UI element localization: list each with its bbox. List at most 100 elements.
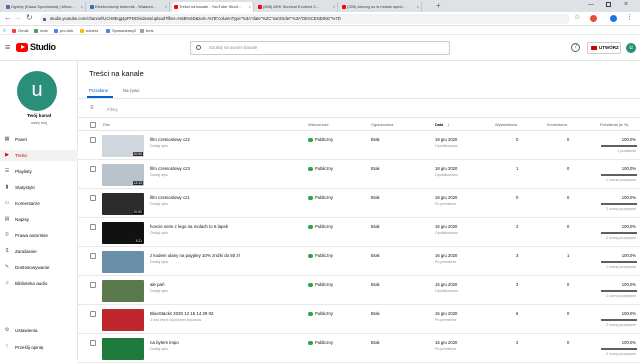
- row-checkbox[interactable]: [90, 137, 96, 143]
- row-checkbox[interactable]: [90, 195, 96, 201]
- sort-down-icon[interactable]: ↓: [447, 122, 449, 127]
- bookmark-item[interactable]: Sprawdzany2: [106, 26, 136, 35]
- channel-avatar[interactable]: u: [17, 71, 57, 111]
- tab-uploads[interactable]: Przesłane: [89, 88, 108, 93]
- row-checkbox[interactable]: [90, 282, 96, 288]
- new-tab-icon[interactable]: +: [436, 0, 441, 12]
- video-title[interactable]: BlueStacks 2020 12 15 14 29 02: [150, 311, 213, 316]
- video-thumbnail[interactable]: [102, 251, 144, 273]
- visibility-status[interactable]: Publiczny: [308, 311, 333, 316]
- minimize-icon[interactable]: —: [588, 0, 594, 10]
- row-checkbox[interactable]: [90, 166, 96, 172]
- bookmark-item[interactable]: pro-link: [54, 26, 73, 35]
- video-title[interactable]: film czenioslowy cz3: [150, 166, 190, 171]
- close-tab-icon[interactable]: ×: [417, 2, 419, 12]
- column-header-date[interactable]: Data: [435, 123, 443, 127]
- search-input[interactable]: Szukaj na swoim kanale: [190, 41, 450, 55]
- row-checkbox[interactable]: [90, 253, 96, 259]
- studio-header: ≡ Studio Szukaj na swoim kanale ? UTWÓRZ…: [0, 35, 640, 61]
- close-tab-icon[interactable]: ×: [81, 2, 83, 12]
- visibility-status[interactable]: Publiczny: [308, 340, 333, 345]
- visibility-status[interactable]: Publiczny: [308, 253, 333, 258]
- browser-tab[interactable]: (896) ARK Survival Evolved C... ×: [256, 2, 338, 12]
- close-tab-icon[interactable]: ×: [333, 2, 335, 12]
- visibility-status[interactable]: Publiczny: [308, 224, 333, 229]
- filter-icon[interactable]: ≡: [90, 105, 94, 111]
- sidebar-item-playlist[interactable]: ☰ Playlisty: [0, 166, 78, 177]
- column-header-comments[interactable]: Komentarze: [547, 123, 567, 127]
- sidebar-item-customization[interactable]: ✎ Dostosowywanie: [0, 262, 78, 273]
- apps-icon[interactable]: ⠿: [3, 26, 6, 35]
- maximize-icon[interactable]: [606, 2, 611, 7]
- video-thumbnail[interactable]: 20:50: [102, 193, 144, 215]
- video-title[interactable]: film czenioslowy cz2: [150, 137, 190, 142]
- sidebar-item-audio-library[interactable]: ♫ Biblioteka audio: [0, 278, 78, 289]
- profile-icon[interactable]: [610, 15, 617, 22]
- table-row[interactable]: BlueStacks 2020 12 15 14 29 02 1 nas imps…: [78, 305, 640, 334]
- select-all-checkbox[interactable]: [90, 122, 96, 128]
- browser-menu-icon[interactable]: ⋮: [626, 13, 633, 21]
- table-row[interactable]: 20:50 film czenioslowy cz1 Dodaj opis Publi…: [78, 189, 640, 218]
- forward-icon[interactable]: →: [14, 13, 22, 22]
- sidebar-item-copyright[interactable]: © Prawa autorskie: [0, 230, 78, 241]
- browser-tab[interactable]: Treści na kanale - YouTube Studi... ×: [172, 2, 254, 12]
- account-avatar[interactable]: u: [626, 43, 636, 53]
- table-row[interactable]: 3:21 hcecie serie z lego na molach to 5 l…: [78, 218, 640, 247]
- bookmark-item[interactable]: Gmail: [12, 26, 28, 35]
- sidebar-item-feedback[interactable]: ! Prześlij opinię: [0, 342, 78, 353]
- row-checkbox[interactable]: [90, 224, 96, 230]
- sidebar-item-dashboard[interactable]: ▦ Panel: [0, 134, 78, 145]
- column-header-visibility[interactable]: Widoczność: [308, 123, 328, 127]
- table-row[interactable]: 13:33 film czenioslowy cz3 Dodaj opis Publi…: [78, 160, 640, 189]
- close-tab-icon[interactable]: ×: [165, 2, 167, 12]
- bookmark-item[interactable]: mob: [34, 26, 48, 35]
- bookmark-star-icon[interactable]: ☆: [574, 13, 580, 21]
- sidebar-item-monetization[interactable]: $ Zarabianie: [0, 246, 78, 257]
- visibility-status[interactable]: Publiczny: [308, 282, 333, 287]
- back-icon[interactable]: ←: [4, 13, 12, 22]
- video-thumbnail[interactable]: [102, 309, 144, 331]
- video-title[interactable]: ale pań: [150, 282, 164, 287]
- table-row[interactable]: 20:50 film czenioslowy cz2 Dodaj opis Publi…: [78, 131, 640, 160]
- hamburger-menu-icon[interactable]: ≡: [5, 42, 10, 52]
- extension-icon[interactable]: [590, 15, 597, 22]
- browser-tab[interactable]: Ogólny (Klasa Spodniowa) | Micro... ×: [4, 2, 86, 12]
- video-thumbnail[interactable]: 3:21: [102, 222, 144, 244]
- table-row[interactable]: ale pań Dodaj opis Publiczny Brak 15 gru 202…: [78, 276, 640, 305]
- column-header-likes[interactable]: Polubienia (w %): [600, 123, 629, 127]
- video-thumbnail[interactable]: 13:33: [102, 164, 144, 186]
- url-field[interactable]: studio.youtube.com/channel/UCH8Eqg4pFFDD…: [40, 14, 570, 24]
- sidebar-item-settings[interactable]: ⚙ Ustawienia: [0, 325, 78, 336]
- column-header-restrictions[interactable]: Ograniczenia: [371, 123, 393, 127]
- visibility-status[interactable]: Publiczny: [308, 137, 333, 142]
- table-row[interactable]: na bytem impo Dodaj opis Publiczny Brak 15 g…: [78, 334, 640, 363]
- create-button[interactable]: UTWÓRZ: [587, 42, 621, 54]
- visibility-status[interactable]: Publiczny: [308, 195, 333, 200]
- row-checkbox[interactable]: [90, 311, 96, 317]
- row-checkbox[interactable]: [90, 340, 96, 346]
- sidebar-item-analytics[interactable]: ▮ Statystyki: [0, 182, 78, 193]
- table-row[interactable]: z kodem ulany na paypley 10% zniżki do 5…: [78, 247, 640, 276]
- sidebar-item-subtitles[interactable]: ▤ Napisy: [0, 214, 78, 225]
- reload-icon[interactable]: ↻: [26, 13, 33, 22]
- video-title[interactable]: hcecie serie z lego na molach to 5 lapek: [150, 224, 228, 229]
- video-title[interactable]: z kodem ulany na paypley 10% zniżki do 5…: [150, 253, 240, 258]
- video-thumbnail[interactable]: [102, 338, 144, 360]
- tab-live[interactable]: Na żywo: [123, 88, 139, 93]
- browser-tab[interactable]: Elektroniczny dziennik - Wiadom... ×: [88, 2, 170, 12]
- browser-tab[interactable]: (335) Among us w miasie speci... ×: [340, 2, 422, 12]
- filter-input[interactable]: Filtruj: [107, 107, 118, 112]
- bookmark-item[interactable]: bms: [140, 26, 154, 35]
- sidebar-item-comments[interactable]: ▭ Komentarze: [0, 198, 78, 209]
- video-thumbnail[interactable]: 20:50: [102, 135, 144, 157]
- bookmark-item[interactable]: eduers: [80, 26, 98, 35]
- video-title[interactable]: na bytem impo: [150, 340, 179, 345]
- video-title[interactable]: film czenioslowy cz1: [150, 195, 190, 200]
- sidebar-item-content[interactable]: ▶ Treści: [0, 150, 78, 161]
- close-tab-icon[interactable]: ×: [249, 2, 251, 12]
- column-header-views[interactable]: Wyświetlenia: [495, 123, 517, 127]
- close-window-icon[interactable]: ×: [624, 0, 628, 10]
- visibility-status[interactable]: Publiczny: [308, 166, 333, 171]
- help-icon[interactable]: ?: [571, 43, 580, 52]
- video-thumbnail[interactable]: [102, 280, 144, 302]
